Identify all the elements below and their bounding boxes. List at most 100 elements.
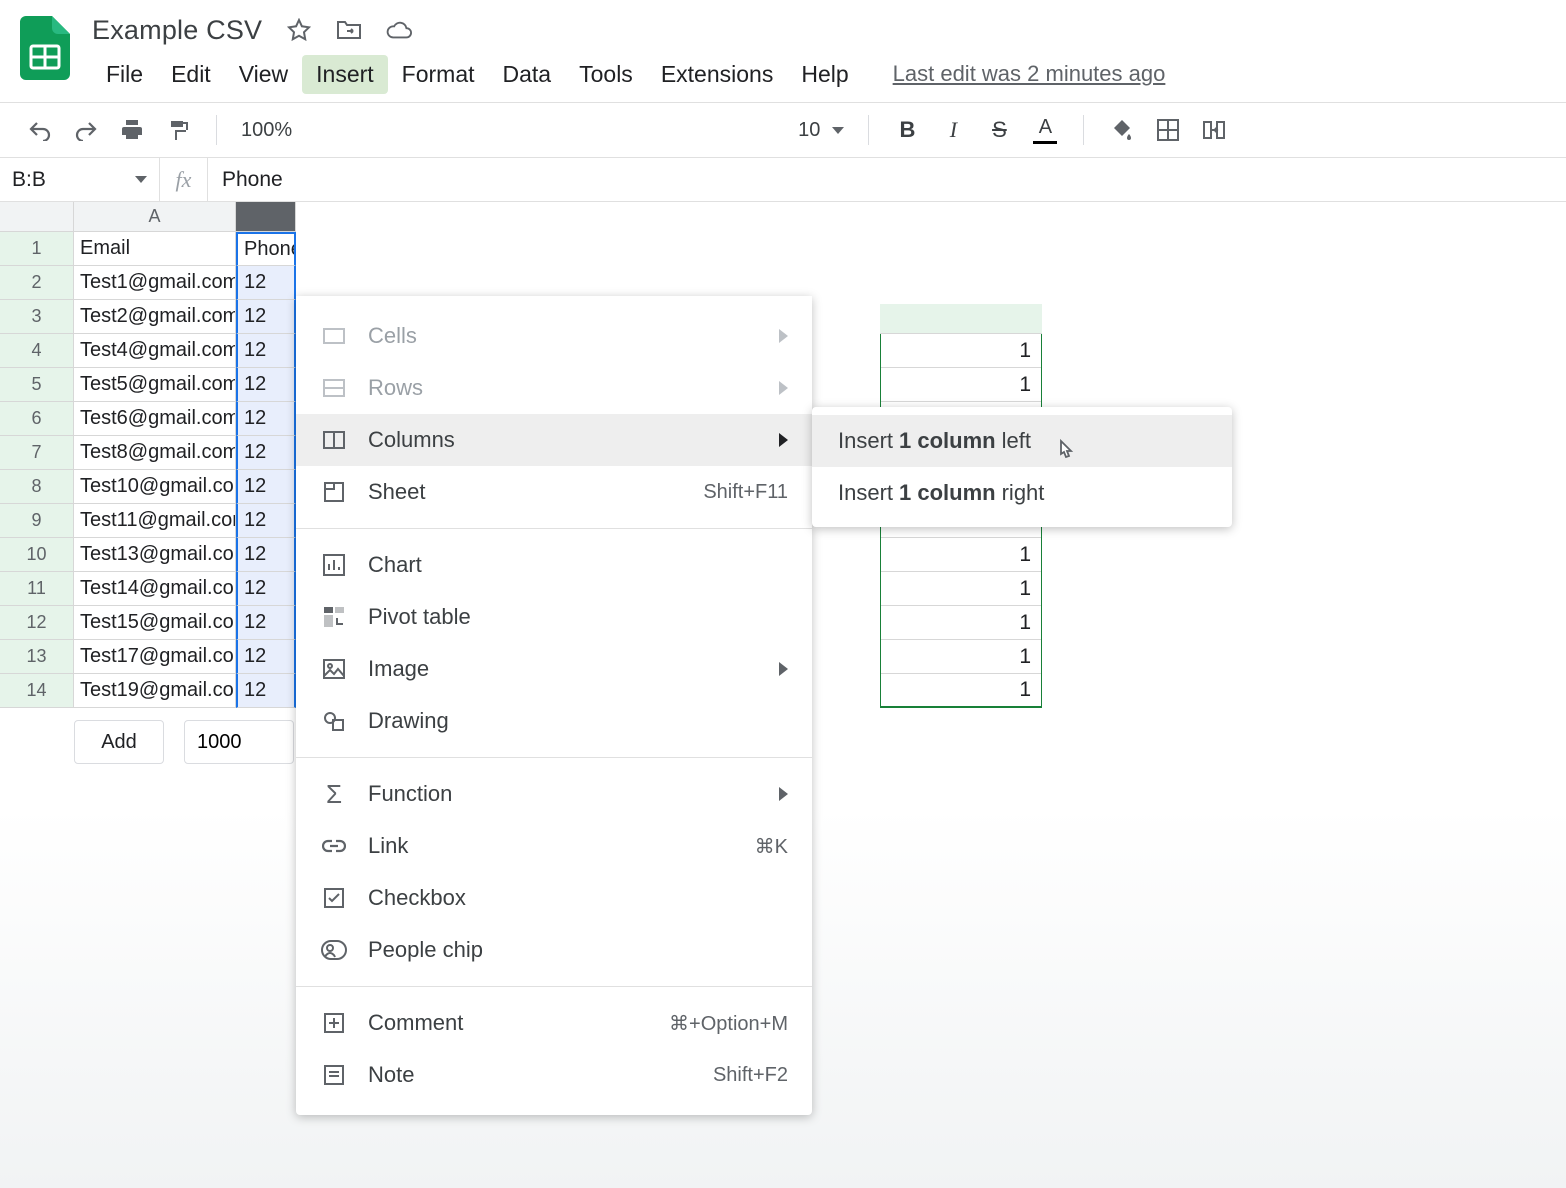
- cell[interactable]: Test19@gmail.com: [74, 674, 236, 708]
- insert-cells-item[interactable]: Cells: [296, 310, 812, 362]
- cell[interactable]: 1: [881, 640, 1041, 674]
- insert-rows-item[interactable]: Rows: [296, 362, 812, 414]
- menu-view[interactable]: View: [225, 55, 302, 94]
- cell[interactable]: 12: [236, 266, 296, 300]
- cell[interactable]: 12: [236, 504, 296, 538]
- undo-icon[interactable]: [26, 116, 54, 144]
- row-header[interactable]: 14: [0, 674, 74, 708]
- cell[interactable]: 12: [236, 572, 296, 606]
- menu-file[interactable]: File: [92, 55, 157, 94]
- paint-format-icon[interactable]: [164, 116, 192, 144]
- row-header[interactable]: 1: [0, 232, 74, 266]
- cell[interactable]: Test17@gmail.com: [74, 640, 236, 674]
- strikethrough-icon[interactable]: S: [985, 116, 1013, 144]
- menu-help[interactable]: Help: [787, 55, 862, 94]
- cell[interactable]: 1: [881, 572, 1041, 606]
- cell[interactable]: Test2@gmail.com: [74, 300, 236, 334]
- insert-function-item[interactable]: Σ Function: [296, 768, 812, 820]
- cell[interactable]: Test14@gmail.com: [74, 572, 236, 606]
- row-header[interactable]: 10: [0, 538, 74, 572]
- row-header[interactable]: 2: [0, 266, 74, 300]
- row-header[interactable]: 8: [0, 470, 74, 504]
- row-header[interactable]: 7: [0, 436, 74, 470]
- last-edit-link[interactable]: Last edit was 2 minutes ago: [893, 61, 1166, 87]
- insert-image-item[interactable]: Image: [296, 643, 812, 695]
- merge-icon[interactable]: [1200, 116, 1228, 144]
- fill-color-icon[interactable]: [1108, 116, 1136, 144]
- cell[interactable]: 12: [236, 334, 296, 368]
- cell[interactable]: Phone: [236, 232, 296, 266]
- cell[interactable]: 1: [881, 334, 1041, 368]
- insert-columns-item[interactable]: Columns: [296, 414, 812, 466]
- row-header[interactable]: 11: [0, 572, 74, 606]
- sheets-logo-icon[interactable]: [20, 16, 70, 80]
- cell[interactable]: 12: [236, 470, 296, 504]
- insert-column-left-item[interactable]: Insert 1 column left: [812, 415, 1232, 467]
- row-header[interactable]: 13: [0, 640, 74, 674]
- row-header[interactable]: 6: [0, 402, 74, 436]
- column-header-a[interactable]: A: [74, 202, 236, 232]
- insert-sheet-item[interactable]: Sheet Shift+F11: [296, 466, 812, 518]
- italic-icon[interactable]: I: [939, 116, 967, 144]
- row-header[interactable]: 9: [0, 504, 74, 538]
- font-size-dropdown[interactable]: 10: [798, 119, 844, 142]
- cell[interactable]: 1: [881, 538, 1041, 572]
- print-icon[interactable]: [118, 116, 146, 144]
- insert-drawing-item[interactable]: Drawing: [296, 695, 812, 747]
- name-box[interactable]: B:B: [0, 158, 160, 201]
- row-header[interactable]: 3: [0, 300, 74, 334]
- menu-tools[interactable]: Tools: [565, 55, 647, 94]
- cell[interactable]: 1: [881, 674, 1041, 708]
- insert-comment-item[interactable]: Comment ⌘+Option+M: [296, 997, 812, 1049]
- cell[interactable]: Test6@gmail.com: [74, 402, 236, 436]
- cell[interactable]: Email: [74, 232, 236, 266]
- cell[interactable]: Test10@gmail.com: [74, 470, 236, 504]
- insert-checkbox-item[interactable]: Checkbox: [296, 872, 812, 924]
- column-header-b[interactable]: [236, 202, 296, 232]
- document-title[interactable]: Example CSV: [92, 15, 262, 46]
- cell[interactable]: Test11@gmail.com: [74, 504, 236, 538]
- menu-extensions[interactable]: Extensions: [647, 55, 788, 94]
- cell[interactable]: 12: [236, 640, 296, 674]
- cell[interactable]: 12: [236, 402, 296, 436]
- insert-note-item[interactable]: Note Shift+F2: [296, 1049, 812, 1101]
- cell[interactable]: 12: [236, 606, 296, 640]
- insert-column-right-item[interactable]: Insert 1 column right: [812, 467, 1232, 519]
- insert-people-chip-item[interactable]: People chip: [296, 924, 812, 976]
- star-icon[interactable]: [286, 17, 312, 43]
- insert-pivot-item[interactable]: Pivot table: [296, 591, 812, 643]
- formula-bar[interactable]: Phone: [208, 168, 1566, 192]
- insert-chart-item[interactable]: Chart: [296, 539, 812, 591]
- cell[interactable]: 12: [236, 538, 296, 572]
- borders-icon[interactable]: [1154, 116, 1182, 144]
- add-rows-count-input[interactable]: [184, 720, 294, 764]
- cell[interactable]: Test13@gmail.com: [74, 538, 236, 572]
- name-box-value: B:B: [12, 168, 46, 192]
- cell[interactable]: 1: [881, 606, 1041, 640]
- row-header[interactable]: 5: [0, 368, 74, 402]
- cell[interactable]: 12: [236, 674, 296, 708]
- insert-link-item[interactable]: Link ⌘K: [296, 820, 812, 872]
- cell[interactable]: Test15@gmail.com: [74, 606, 236, 640]
- bold-icon[interactable]: B: [893, 116, 921, 144]
- cell[interactable]: Test1@gmail.com: [74, 266, 236, 300]
- redo-icon[interactable]: [72, 116, 100, 144]
- menu-edit[interactable]: Edit: [157, 55, 225, 94]
- text-color-icon[interactable]: A: [1031, 116, 1059, 144]
- menu-insert[interactable]: Insert: [302, 55, 388, 94]
- row-header[interactable]: 4: [0, 334, 74, 368]
- cell[interactable]: Test8@gmail.com: [74, 436, 236, 470]
- add-rows-button[interactable]: Add: [74, 720, 164, 764]
- zoom-dropdown[interactable]: 100%: [241, 119, 292, 142]
- cell[interactable]: 12: [236, 436, 296, 470]
- cell[interactable]: Test4@gmail.com: [74, 334, 236, 368]
- move-folder-icon[interactable]: [336, 17, 362, 43]
- cell[interactable]: 12: [236, 300, 296, 334]
- cell[interactable]: 1: [881, 368, 1041, 402]
- cell[interactable]: Test5@gmail.com: [74, 368, 236, 402]
- cell[interactable]: 12: [236, 368, 296, 402]
- menu-format[interactable]: Format: [388, 55, 489, 94]
- row-header[interactable]: 12: [0, 606, 74, 640]
- cloud-status-icon[interactable]: [386, 17, 412, 43]
- menu-data[interactable]: Data: [489, 55, 566, 94]
